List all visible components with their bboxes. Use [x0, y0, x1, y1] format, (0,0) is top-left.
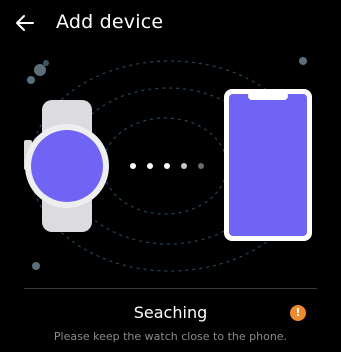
app-header: Add device: [0, 0, 341, 50]
hint-text: Please keep the watch close to the phone…: [53, 330, 288, 343]
page-title: Add device: [56, 11, 164, 33]
arrow-left-icon[interactable]: [13, 11, 37, 35]
pairing-dot: [130, 163, 136, 169]
pairing-dot: [147, 163, 153, 169]
divider: [24, 288, 317, 289]
watch-illustration: [24, 100, 109, 232]
pairing-dots: [130, 163, 204, 169]
phone-illustration: [224, 89, 312, 241]
pairing-graphic: [24, 57, 312, 272]
info-icon[interactable]: !: [290, 305, 306, 321]
pairing-dot: [198, 163, 204, 169]
pairing-dot: [164, 163, 170, 169]
pairing-illustration: [0, 44, 341, 284]
pairing-dot: [181, 163, 187, 169]
